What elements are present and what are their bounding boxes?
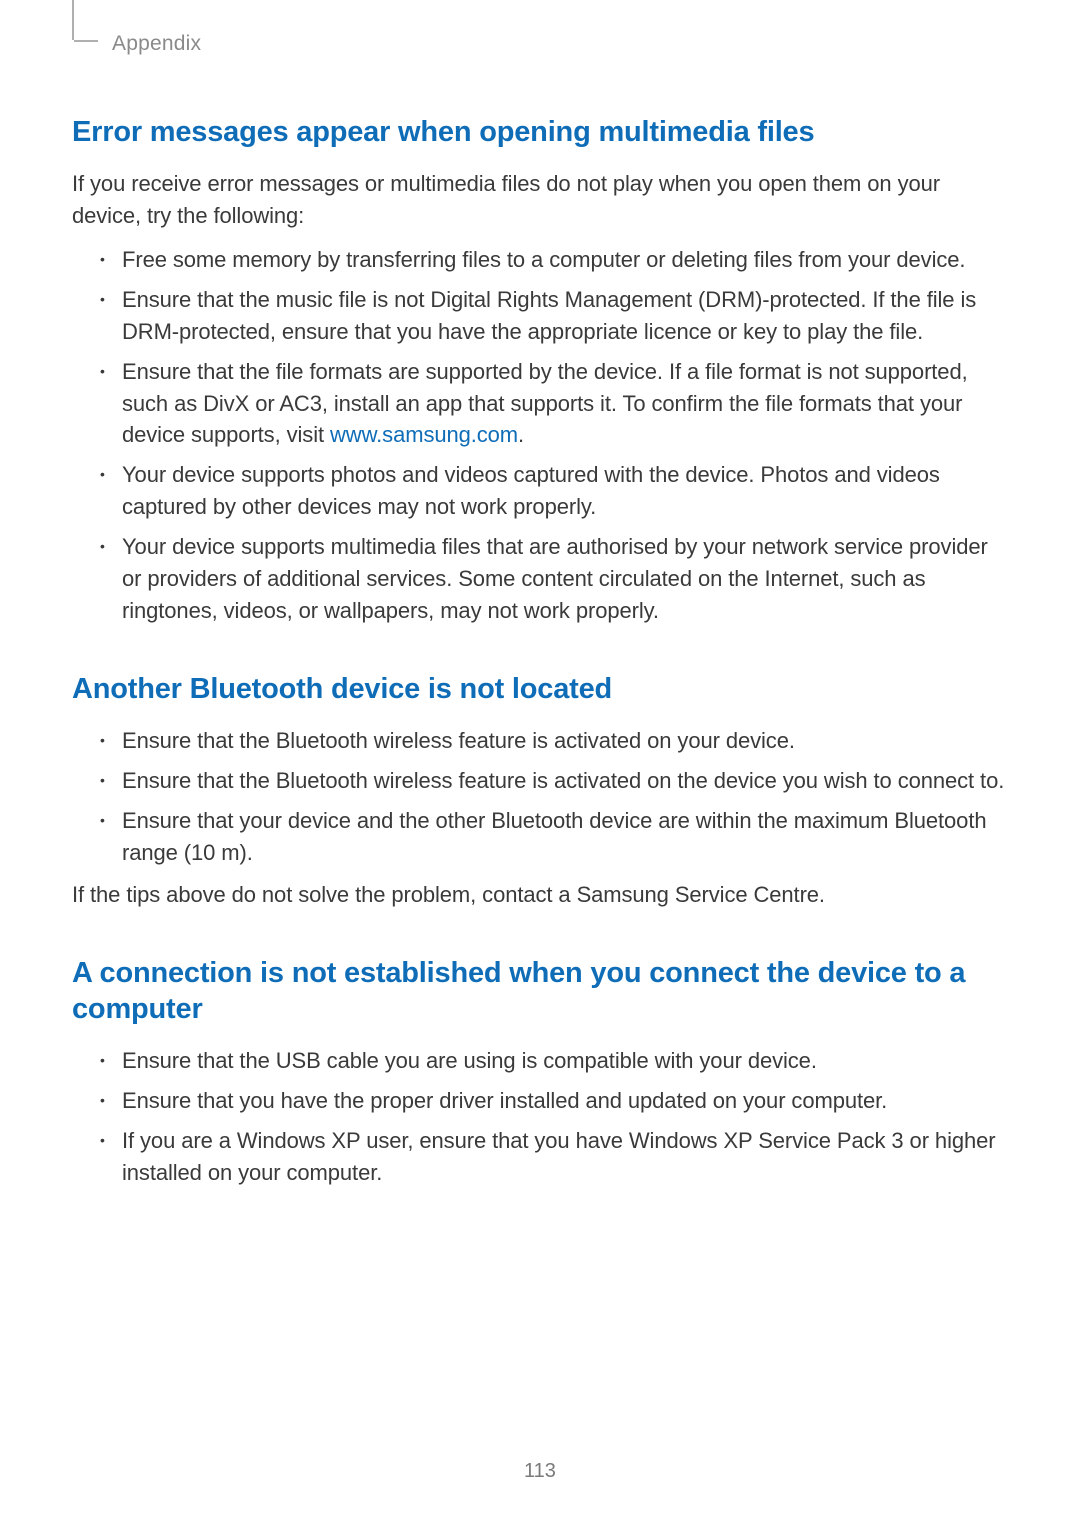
list-item: Free some memory by transferring files t… (100, 244, 1008, 276)
list-item-text: Your device supports photos and videos c… (122, 462, 940, 519)
list-item-text: Ensure that the Bluetooth wireless featu… (122, 768, 1004, 793)
page-number: 113 (0, 1460, 1080, 1483)
intro-text: If you receive error messages or multime… (72, 168, 1008, 232)
list-item: Ensure that the USB cable you are using … (100, 1045, 1008, 1077)
section-connection: A connection is not established when you… (72, 955, 1008, 1189)
list-item-text: Ensure that your device and the other Bl… (122, 808, 986, 865)
list-item-text: Ensure that the Bluetooth wireless featu… (122, 728, 795, 753)
heading-connection: A connection is not established when you… (72, 955, 1008, 1028)
list-item: Your device supports photos and videos c… (100, 459, 1008, 523)
list-item-text: Free some memory by transferring files t… (122, 247, 965, 272)
list-item: Ensure that the Bluetooth wireless featu… (100, 765, 1008, 797)
bullet-list: Ensure that the USB cable you are using … (72, 1045, 1008, 1189)
page-header: Appendix (72, 38, 1008, 56)
section-bluetooth: Another Bluetooth device is not located … (72, 671, 1008, 911)
list-item: Ensure that you have the proper driver i… (100, 1085, 1008, 1117)
list-item-text-post: . (518, 422, 524, 447)
list-item-text: If you are a Windows XP user, ensure tha… (122, 1128, 996, 1185)
list-item: Ensure that the file formats are support… (100, 356, 1008, 452)
bullet-list: Ensure that the Bluetooth wireless featu… (72, 725, 1008, 869)
page-content: Appendix Error messages appear when open… (0, 0, 1080, 1189)
list-item: Ensure that the Bluetooth wireless featu… (100, 725, 1008, 757)
heading-bluetooth: Another Bluetooth device is not located (72, 671, 1008, 707)
list-item: If you are a Windows XP user, ensure tha… (100, 1125, 1008, 1189)
list-item-text-pre: Ensure that the file formats are support… (122, 359, 968, 448)
section-error-messages: Error messages appear when opening multi… (72, 114, 1008, 627)
bullet-list: Free some memory by transferring files t… (72, 244, 1008, 627)
link-samsung[interactable]: www.samsung.com (330, 422, 518, 447)
list-item: Ensure that the music file is not Digita… (100, 284, 1008, 348)
list-item: Ensure that your device and the other Bl… (100, 805, 1008, 869)
section-label: Appendix (112, 32, 201, 56)
list-item-text: Ensure that you have the proper driver i… (122, 1088, 887, 1113)
closing-text: If the tips above do not solve the probl… (72, 879, 1008, 911)
header-tab-mark (72, 38, 98, 42)
list-item-text: Ensure that the music file is not Digita… (122, 287, 976, 344)
list-item: Your device supports multimedia files th… (100, 531, 1008, 627)
heading-error-messages: Error messages appear when opening multi… (72, 114, 1008, 150)
list-item-text: Ensure that the USB cable you are using … (122, 1048, 817, 1073)
list-item-text: Your device supports multimedia files th… (122, 534, 988, 623)
